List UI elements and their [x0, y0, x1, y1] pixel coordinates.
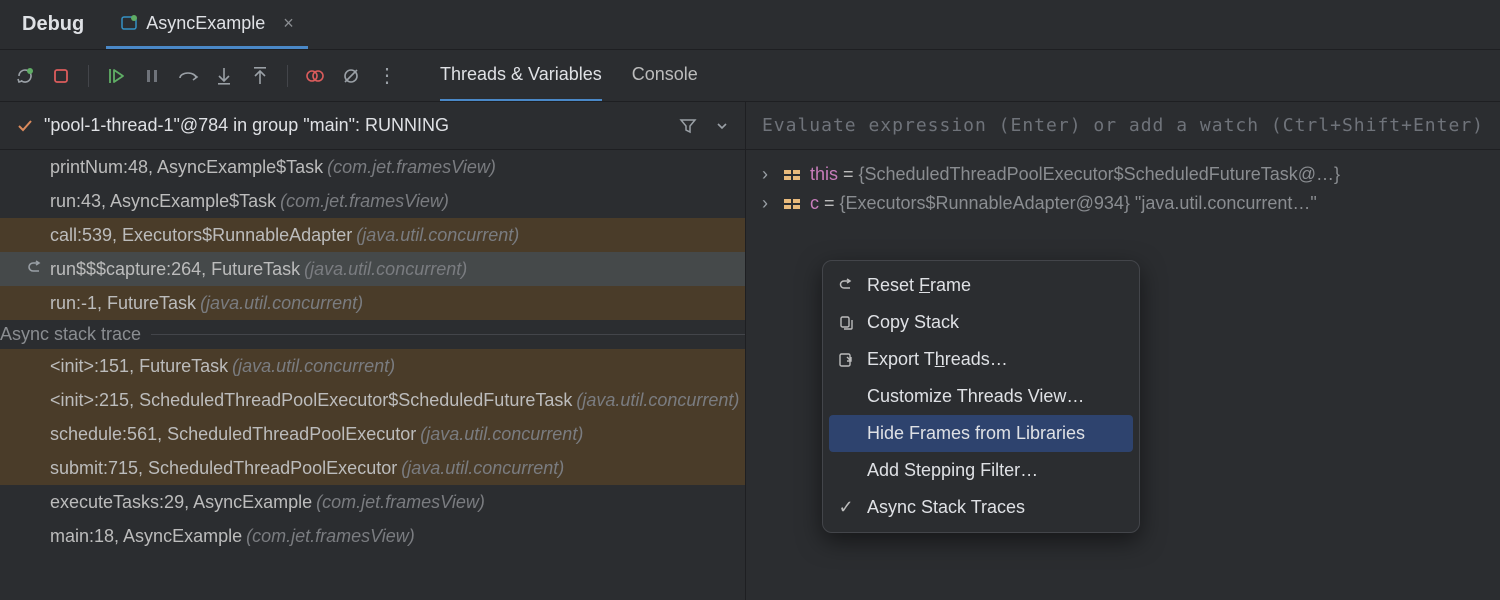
- reset-frame-icon: [837, 278, 855, 294]
- debug-toolbar: ⋮ Threads & Variables Console: [0, 50, 1500, 102]
- thread-selector[interactable]: "pool-1-thread-1"@784 in group "main": R…: [0, 102, 745, 150]
- stack-frame[interactable]: run:-1, FutureTask(java.util.concurrent): [0, 286, 745, 320]
- reset-frame-gutter-icon[interactable]: [26, 260, 44, 278]
- copy-icon: [837, 315, 855, 331]
- variables-list[interactable]: › this = {ScheduledThreadPoolExecutor$Sc…: [746, 150, 1500, 228]
- menu-export-threads[interactable]: Export Threads…: [823, 341, 1139, 378]
- object-icon: [784, 168, 800, 182]
- tab-threads-variables[interactable]: Threads & Variables: [440, 50, 602, 101]
- chevron-right-icon[interactable]: ›: [762, 193, 774, 214]
- stack-frame[interactable]: main:18, AsyncExample(com.jet.framesView…: [0, 519, 745, 553]
- object-icon: [784, 197, 800, 211]
- stack-frame[interactable]: submit:715, ScheduledThreadPoolExecutor(…: [0, 451, 745, 485]
- step-into-icon[interactable]: [211, 63, 237, 89]
- step-over-icon[interactable]: [175, 63, 201, 89]
- stack-frame[interactable]: <init>:215, ScheduledThreadPoolExecutor$…: [0, 383, 745, 417]
- menu-hide-frames-from-libraries[interactable]: Hide Frames from Libraries: [829, 415, 1133, 452]
- context-menu: Reset Frame Copy Stack Export Threads… C…: [822, 260, 1140, 533]
- run-config-label: AsyncExample: [146, 13, 265, 34]
- toolwindow-title: Debug: [0, 13, 106, 36]
- evaluate-expression-input[interactable]: Evaluate expression (Enter) or add a wat…: [746, 102, 1500, 150]
- stack-frame[interactable]: printNum:48, AsyncExample$Task(com.jet.f…: [0, 150, 745, 184]
- stack-frame-selected[interactable]: run$$$capture:264, FutureTask(java.util.…: [0, 252, 745, 286]
- menu-copy-stack[interactable]: Copy Stack: [823, 304, 1139, 341]
- stack-frame[interactable]: executeTasks:29, AsyncExample(com.jet.fr…: [0, 485, 745, 519]
- async-divider: Async stack trace: [0, 320, 745, 349]
- variable-row[interactable]: › this = {ScheduledThreadPoolExecutor$Sc…: [746, 160, 1500, 189]
- separator: [287, 65, 288, 87]
- filter-icon[interactable]: [679, 117, 697, 135]
- thread-status: "pool-1-thread-1"@784 in group "main": R…: [44, 115, 449, 136]
- stack-frame[interactable]: run:43, AsyncExample$Task(com.jet.frames…: [0, 184, 745, 218]
- variable-row[interactable]: › c = {Executors$RunnableAdapter@934} "j…: [746, 189, 1500, 218]
- frames-list[interactable]: printNum:48, AsyncExample$Task(com.jet.f…: [0, 150, 745, 600]
- debug-tabs: Threads & Variables Console: [440, 50, 698, 101]
- resume-icon[interactable]: [103, 63, 129, 89]
- step-out-icon[interactable]: [247, 63, 273, 89]
- run-config-tab[interactable]: AsyncExample ×: [106, 0, 308, 49]
- stack-frame[interactable]: schedule:561, ScheduledThreadPoolExecuto…: [0, 417, 745, 451]
- tab-console[interactable]: Console: [632, 50, 698, 101]
- run-config-icon: [120, 14, 138, 32]
- menu-async-stack-traces[interactable]: ✓ Async Stack Traces: [823, 489, 1139, 526]
- check-icon: [16, 117, 34, 135]
- mute-breakpoints-icon[interactable]: [338, 63, 364, 89]
- menu-customize-threads-view[interactable]: Customize Threads View…: [823, 378, 1139, 415]
- menu-reset-frame[interactable]: Reset Frame: [823, 267, 1139, 304]
- toolwindow-tab-bar: Debug AsyncExample ×: [0, 0, 1500, 50]
- stack-frame[interactable]: call:539, Executors$RunnableAdapter(java…: [0, 218, 745, 252]
- check-icon: ✓: [837, 497, 855, 518]
- view-breakpoints-icon[interactable]: [302, 63, 328, 89]
- chevron-right-icon[interactable]: ›: [762, 164, 774, 185]
- menu-add-stepping-filter[interactable]: Add Stepping Filter…: [823, 452, 1139, 489]
- chevron-down-icon[interactable]: [715, 119, 729, 133]
- close-icon[interactable]: ×: [283, 13, 294, 34]
- stack-frame[interactable]: <init>:151, FutureTask(java.util.concurr…: [0, 349, 745, 383]
- pause-icon[interactable]: [139, 63, 165, 89]
- stop-icon[interactable]: [48, 63, 74, 89]
- export-icon: [837, 352, 855, 368]
- frames-pane: "pool-1-thread-1"@784 in group "main": R…: [0, 102, 746, 600]
- separator: [88, 65, 89, 87]
- rerun-icon[interactable]: [12, 63, 38, 89]
- more-icon[interactable]: ⋮: [374, 63, 400, 89]
